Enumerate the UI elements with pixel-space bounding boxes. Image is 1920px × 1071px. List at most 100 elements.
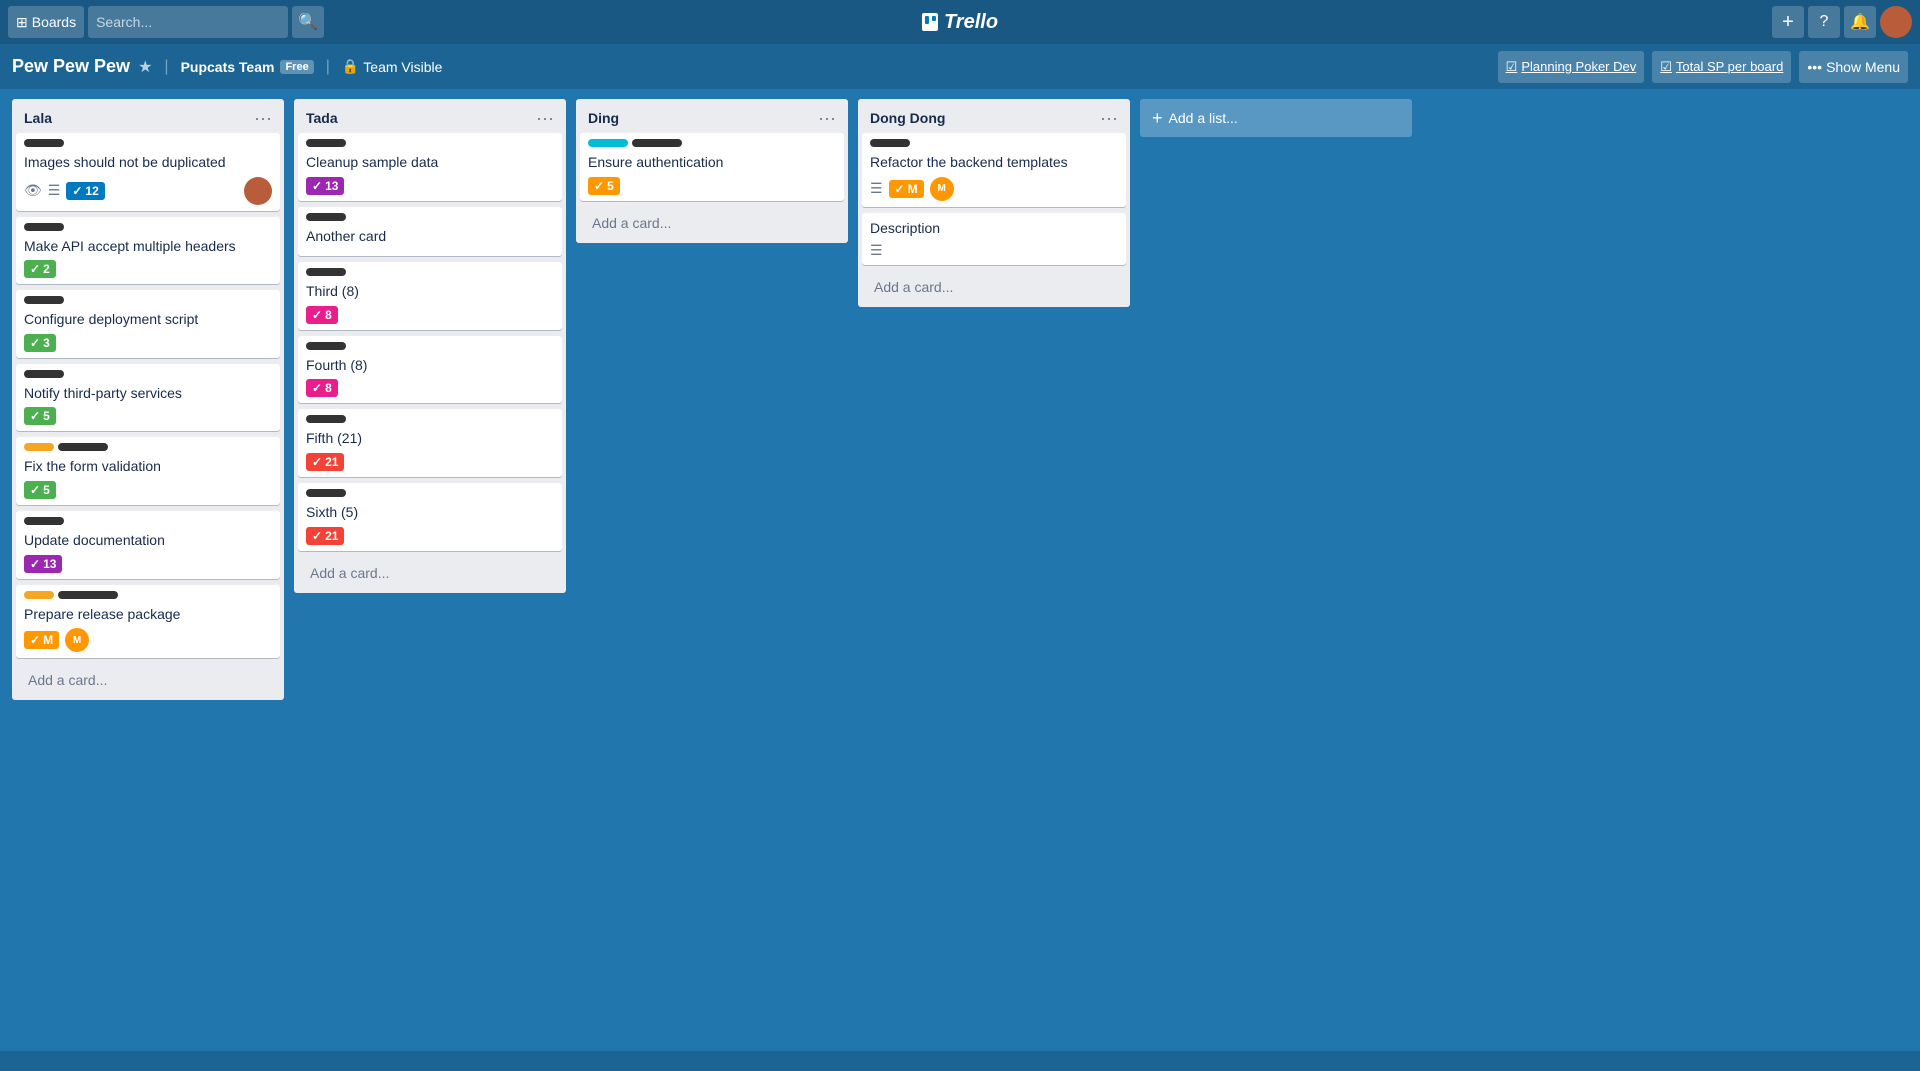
bottom-scrollbar[interactable]: [0, 1051, 1920, 1071]
board-divider: |: [164, 58, 168, 76]
card-label: [24, 443, 54, 451]
user-avatar[interactable]: [1880, 6, 1912, 38]
story-points-badge: ✓5: [24, 481, 56, 499]
card-title: Fourth (8): [306, 356, 554, 376]
planning-poker-button[interactable]: ☑ Planning Poker Dev: [1498, 51, 1645, 83]
list-menu-btn-lala[interactable]: ···: [250, 107, 276, 129]
board-content: Lala···Images should not be duplicated👁☰…: [0, 89, 1920, 1051]
card[interactable]: Fourth (8) ✓8: [298, 336, 562, 404]
card[interactable]: Third (8) ✓8: [298, 262, 562, 330]
member-avatar: M: [65, 628, 89, 652]
add-list-label: Add a list...: [1169, 110, 1238, 126]
card-label: [306, 268, 346, 276]
card-title: Ensure authentication: [588, 153, 836, 173]
card-badges: ☰: [870, 242, 1118, 259]
card[interactable]: Prepare release package✓MM: [16, 585, 280, 659]
add-list-button[interactable]: + Add a list...: [1140, 99, 1412, 137]
story-points-badge: ✓M: [24, 631, 59, 649]
visibility-icon: 🔒: [342, 58, 359, 75]
card[interactable]: Another card: [298, 207, 562, 257]
card[interactable]: Fifth (21)✓21: [298, 409, 562, 477]
card-title: Another card: [306, 227, 554, 247]
list-cards-ding: Ensure authentication✓5: [576, 133, 848, 207]
badge-icon: ✓: [312, 455, 322, 469]
add-card-button[interactable]: Add a card...: [866, 275, 1122, 299]
list-icon: ☰: [870, 180, 883, 197]
card[interactable]: Configure deployment script✓3: [16, 290, 280, 358]
badge-icon: ✓: [30, 336, 40, 350]
badge-icon: ✓: [30, 483, 40, 497]
card-label: [24, 139, 64, 147]
badge-icon: ✓: [30, 557, 40, 571]
add-button[interactable]: +: [1772, 6, 1804, 38]
card-labels: [24, 296, 272, 304]
card-labels: [306, 342, 554, 350]
card-badges: ✓13: [306, 177, 554, 195]
card-badges: ✓8: [306, 306, 554, 324]
visibility-label: Team Visible: [363, 59, 442, 75]
card-badges: ✓5: [24, 481, 272, 499]
add-list-icon: +: [1152, 108, 1163, 129]
card-badges: ✓21: [306, 527, 554, 545]
card[interactable]: Refactor the backend templates☰✓MM: [862, 133, 1126, 207]
list-menu-btn-dong-dong[interactable]: ···: [1096, 107, 1122, 129]
card-title: Fix the form validation: [24, 457, 272, 477]
list-title-dong-dong: Dong Dong: [866, 108, 1096, 128]
badge-value: 5: [607, 179, 614, 193]
card[interactable]: Sixth (5)✓21: [298, 483, 562, 551]
card[interactable]: Fix the form validation ✓5: [16, 437, 280, 505]
list-menu-btn-ding[interactable]: ···: [814, 107, 840, 129]
list-menu-btn-tada[interactable]: ···: [532, 107, 558, 129]
card-labels: [24, 517, 272, 525]
card-label: [306, 342, 346, 350]
plugin1-icon: ☑: [1506, 59, 1518, 75]
list-cards-dong-dong: Refactor the backend templates☰✓MMDescri…: [858, 133, 1130, 271]
info-button[interactable]: ?: [1808, 6, 1840, 38]
add-card-button[interactable]: Add a card...: [584, 211, 840, 235]
notification-button[interactable]: 🔔: [1844, 6, 1876, 38]
card-title: Notify third-party services: [24, 384, 272, 404]
story-points-badge: ✓12: [66, 182, 104, 200]
card-labels: [588, 139, 836, 147]
total-sp-button[interactable]: ☑ Total SP per board: [1652, 51, 1791, 83]
card[interactable]: Make API accept multiple headers✓2: [16, 217, 280, 285]
card-badges: ✓8: [306, 379, 554, 397]
card-title: Fifth (21): [306, 429, 554, 449]
list-header-dong-dong: Dong Dong···: [858, 99, 1130, 133]
plugin2-icon: ☑: [1660, 59, 1672, 75]
card[interactable]: Ensure authentication✓5: [580, 133, 844, 201]
story-points-badge: ✓M: [889, 180, 924, 198]
badge-value: 2: [43, 262, 50, 276]
search-icon-btn[interactable]: 🔍: [292, 6, 324, 38]
card-labels: [306, 139, 554, 147]
list-header-tada: Tada···: [294, 99, 566, 133]
story-points-badge: ✓3: [24, 334, 56, 352]
card-badges: 👁☰✓12: [24, 177, 272, 205]
add-card-button[interactable]: Add a card...: [20, 668, 276, 692]
card-title: Third (8): [306, 282, 554, 302]
add-card-button[interactable]: Add a card...: [302, 561, 558, 585]
card[interactable]: Description☰: [862, 213, 1126, 266]
board-star-button[interactable]: ★: [138, 57, 152, 77]
badge-icon: ✓: [72, 184, 82, 198]
badge-value: M: [43, 633, 53, 647]
card-title: Prepare release package: [24, 605, 272, 625]
story-points-badge: ✓5: [24, 407, 56, 425]
search-input[interactable]: [88, 6, 288, 38]
card[interactable]: Notify third-party services ✓5: [16, 364, 280, 432]
card-title: Make API accept multiple headers: [24, 237, 272, 257]
show-menu-button[interactable]: ••• Show Menu: [1799, 51, 1908, 83]
card[interactable]: Cleanup sample data✓13: [298, 133, 562, 201]
badge-icon: ✓: [312, 179, 322, 193]
card-title: Images should not be duplicated: [24, 153, 272, 173]
card[interactable]: Images should not be duplicated 👁☰✓12: [16, 133, 280, 211]
card[interactable]: Update documentation✓13: [16, 511, 280, 579]
eye-icon: 👁: [24, 182, 42, 199]
boards-button[interactable]: ⊞ Boards: [8, 6, 84, 38]
list-title-ding: Ding: [584, 108, 814, 128]
badge-value: 5: [43, 409, 50, 423]
list-title-lala: Lala: [20, 108, 250, 128]
card-label: [24, 223, 64, 231]
card-labels: [24, 443, 272, 451]
card-labels: [870, 139, 1118, 147]
